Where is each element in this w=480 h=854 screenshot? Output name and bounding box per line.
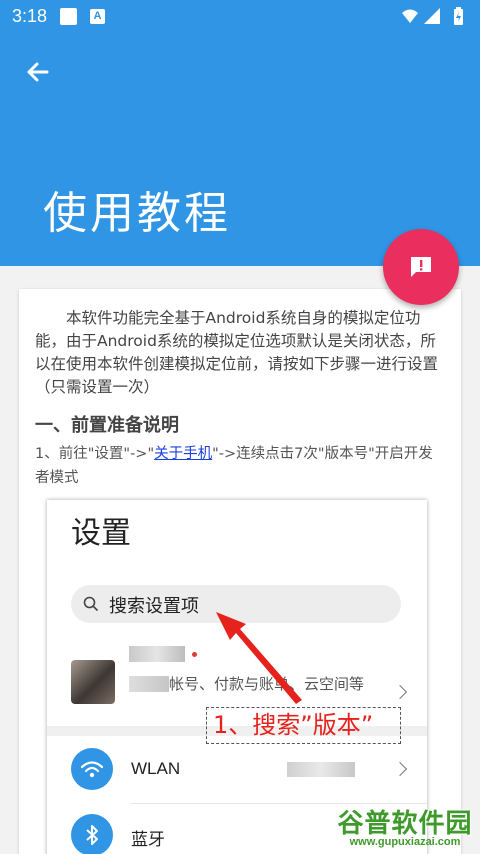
section-heading: 一、前置准备说明 bbox=[35, 415, 179, 436]
about-phone-link[interactable]: 关于手机 bbox=[154, 446, 212, 462]
status-bar: 3:18 A bbox=[0, 0, 480, 34]
blurred-text bbox=[129, 676, 169, 692]
search-icon bbox=[83, 596, 99, 612]
battery-icon bbox=[454, 7, 463, 25]
intro-paragraph: 本软件功能完全基于Android系统自身的模拟定位功能，由于Android系统的… bbox=[35, 309, 439, 396]
status-time: 3:18 bbox=[12, 6, 48, 26]
wifi-status-icon bbox=[402, 9, 418, 23]
step-1: 1、前往"设置"->"关于手机"->连续点击7次"版本号"开启开发者模式 bbox=[35, 442, 445, 490]
signal-icon bbox=[424, 8, 440, 24]
wlan-label: WLAN bbox=[131, 759, 181, 778]
search-placeholder: 搜索设置项 bbox=[109, 596, 199, 617]
page-title: 使用教程 bbox=[43, 188, 231, 239]
notification-a-icon: A bbox=[90, 9, 105, 24]
settings-screenshot-image: 设置 搜索设置项 帐号、付款与账单、云空间等 WLAN 蓝牙 bbox=[47, 500, 427, 854]
status-icons bbox=[400, 6, 470, 32]
chevron-right-icon bbox=[392, 761, 408, 777]
annotation-label: 1、搜索”版本” bbox=[206, 707, 401, 744]
avatar bbox=[71, 660, 115, 704]
blurred-wifi-name bbox=[287, 762, 355, 777]
tutorial-card: 本软件功能完全基于Android系统自身的模拟定位功能，由于Android系统的… bbox=[19, 289, 461, 854]
blurred-username bbox=[129, 646, 185, 662]
bluetooth-icon bbox=[71, 814, 113, 854]
bluetooth-label: 蓝牙 bbox=[131, 830, 165, 850]
settings-title: 设置 bbox=[71, 516, 131, 551]
back-button[interactable] bbox=[20, 54, 56, 90]
account-subtitle: 帐号、付款与账单、云空间等 bbox=[169, 675, 365, 693]
red-dot-badge bbox=[192, 652, 197, 657]
wifi-icon bbox=[71, 748, 113, 790]
watermark-url: www.gupuxiazai.com bbox=[349, 836, 461, 848]
notification-square-icon bbox=[60, 8, 77, 25]
watermark: 谷普软件园 www.gupuxiazai.com bbox=[334, 803, 476, 853]
settings-search-bar: 搜索设置项 bbox=[71, 585, 401, 623]
feedback-icon bbox=[411, 257, 431, 277]
watermark-name: 谷普软件园 bbox=[337, 809, 473, 839]
step-1-text-before: 1、前往"设置"->" bbox=[35, 446, 155, 462]
arrow-left-icon bbox=[27, 62, 49, 82]
feedback-fab[interactable] bbox=[383, 229, 459, 305]
